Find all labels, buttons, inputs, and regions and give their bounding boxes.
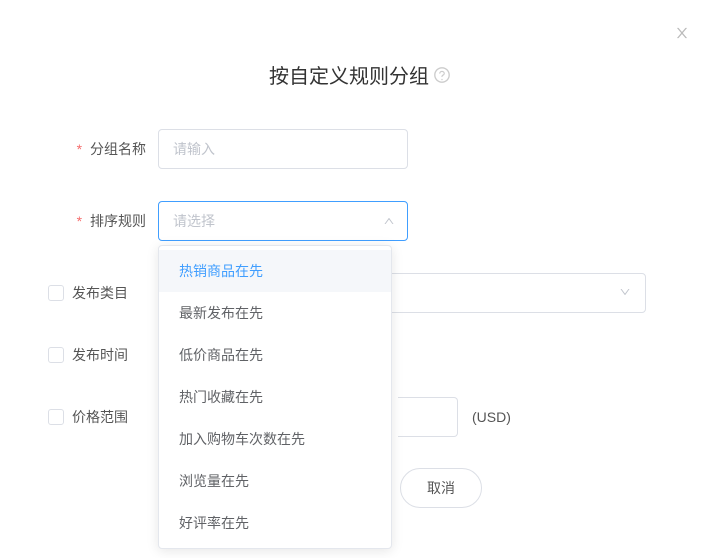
dropdown-option[interactable]: 热销商品在先 — [159, 250, 391, 292]
help-icon[interactable] — [433, 66, 451, 84]
group-name-label-text: 分组名称 — [90, 141, 146, 157]
custom-rule-group-modal: 按自定义规则分组 * 分组名称 * 排序规则 请选择 热销商品在 — [0, 0, 720, 558]
sort-rule-label: * 排序规则 — [48, 211, 158, 231]
group-name-label: * 分组名称 — [48, 139, 158, 159]
dropdown-option[interactable]: 加入购物车次数在先 — [159, 418, 391, 460]
modal-title-text: 按自定义规则分组 — [269, 60, 429, 89]
form-row-sort-rule: * 排序规则 请选择 热销商品在先 最新发布在先 低价商品在先 热门收藏在先 加… — [0, 201, 720, 241]
publish-category-label: 发布类目 — [72, 283, 128, 303]
dropdown-option[interactable]: 热门收藏在先 — [159, 376, 391, 418]
price-range-checkbox[interactable] — [48, 409, 64, 425]
dropdown-option[interactable]: 低价商品在先 — [159, 334, 391, 376]
required-asterisk: * — [77, 213, 82, 229]
sort-rule-label-text: 排序规则 — [90, 213, 146, 229]
sort-rule-placeholder: 请选择 — [173, 211, 215, 231]
dropdown-option[interactable]: 浏览量在先 — [159, 460, 391, 502]
publish-category-checkbox[interactable] — [48, 285, 64, 301]
modal-title: 按自定义规则分组 — [0, 60, 720, 89]
chevron-down-icon — [619, 285, 631, 301]
sort-rule-dropdown: 热销商品在先 最新发布在先 低价商品在先 热门收藏在先 加入购物车次数在先 浏览… — [158, 245, 392, 549]
close-button[interactable] — [672, 24, 692, 44]
price-range-checkbox-container: 价格范围 — [48, 407, 158, 427]
modal-footer: 取消 — [400, 468, 482, 508]
group-name-input[interactable] — [158, 129, 408, 169]
close-icon — [674, 25, 690, 44]
publish-time-checkbox-container: 发布时间 — [48, 345, 158, 365]
publish-time-label: 发布时间 — [72, 345, 128, 365]
price-range-label: 价格范围 — [72, 407, 128, 427]
sort-rule-select[interactable]: 请选择 — [158, 201, 408, 241]
cancel-button-label: 取消 — [427, 478, 455, 498]
dropdown-option[interactable]: 好评率在先 — [159, 502, 391, 544]
chevron-up-icon — [382, 214, 396, 228]
publish-time-checkbox[interactable] — [48, 347, 64, 363]
currency-label: (USD) — [472, 409, 511, 425]
sort-rule-select-wrapper: 请选择 热销商品在先 最新发布在先 低价商品在先 热门收藏在先 加入购物车次数在… — [158, 201, 408, 241]
dropdown-option[interactable]: 最新发布在先 — [159, 292, 391, 334]
dropdown-scroll-area[interactable]: 热销商品在先 最新发布在先 低价商品在先 热门收藏在先 加入购物车次数在先 浏览… — [159, 250, 391, 544]
publish-category-checkbox-container: 发布类目 — [48, 283, 158, 303]
price-range-group: (USD) — [398, 397, 511, 437]
price-max-input[interactable] — [398, 397, 458, 437]
required-asterisk: * — [77, 141, 82, 157]
form-row-group-name: * 分组名称 — [0, 129, 720, 169]
cancel-button[interactable]: 取消 — [400, 468, 482, 508]
